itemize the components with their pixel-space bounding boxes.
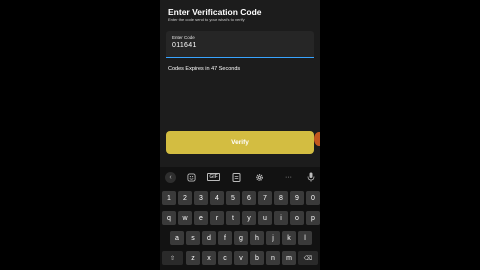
- key-1[interactable]: 1: [162, 191, 176, 205]
- code-input[interactable]: Enter Code 011641: [166, 31, 314, 58]
- key-u[interactable]: u: [258, 211, 272, 225]
- keyboard: ‹ GIF ··· 1 2 3 4 5 6 7 8 9 0 q w e r t …: [160, 167, 320, 270]
- side-tab[interactable]: [314, 132, 320, 146]
- shift-key-icon[interactable]: ⇧: [162, 251, 183, 265]
- keyboard-back-button[interactable]: ‹: [163, 170, 178, 184]
- key-3[interactable]: 3: [194, 191, 208, 205]
- key-y[interactable]: y: [242, 211, 256, 225]
- key-m[interactable]: m: [282, 251, 296, 265]
- key-q[interactable]: q: [162, 211, 176, 225]
- key-j[interactable]: j: [266, 231, 280, 245]
- key-b[interactable]: b: [250, 251, 264, 265]
- gif-icon: GIF: [207, 173, 220, 181]
- key-f[interactable]: f: [218, 231, 232, 245]
- key-6[interactable]: 6: [242, 191, 256, 205]
- key-c[interactable]: c: [218, 251, 232, 265]
- expiry-countdown: Codes Expires in 47 Seconds: [168, 66, 241, 72]
- key-9[interactable]: 9: [290, 191, 304, 205]
- key-v[interactable]: v: [234, 251, 248, 265]
- key-d[interactable]: d: [202, 231, 216, 245]
- key-i[interactable]: i: [274, 211, 288, 225]
- key-5[interactable]: 5: [226, 191, 240, 205]
- more-options-icon[interactable]: ···: [281, 170, 296, 184]
- key-2[interactable]: 2: [178, 191, 192, 205]
- key-k[interactable]: k: [282, 231, 296, 245]
- key-p[interactable]: p: [306, 211, 320, 225]
- key-s[interactable]: s: [186, 231, 200, 245]
- page-title: Enter Verification Code: [168, 7, 262, 17]
- key-0[interactable]: 0: [306, 191, 320, 205]
- key-8[interactable]: 8: [274, 191, 288, 205]
- key-e[interactable]: e: [194, 211, 208, 225]
- code-input-value[interactable]: 011641: [172, 42, 197, 49]
- settings-gear-icon[interactable]: [252, 170, 267, 184]
- key-r[interactable]: r: [210, 211, 224, 225]
- key-4[interactable]: 4: [210, 191, 224, 205]
- verify-button[interactable]: Verify: [166, 131, 314, 154]
- key-7[interactable]: 7: [258, 191, 272, 205]
- microphone-icon[interactable]: [303, 170, 318, 184]
- key-l[interactable]: l: [298, 231, 312, 245]
- backspace-key-icon[interactable]: ⌫: [298, 251, 318, 265]
- page-subtitle: Enter the code send to your what's to ve…: [168, 17, 245, 22]
- sticker-icon[interactable]: [184, 170, 199, 184]
- code-input-label: Enter Code: [172, 35, 195, 40]
- key-h[interactable]: h: [250, 231, 264, 245]
- chevron-left-icon: ‹: [165, 171, 176, 183]
- gif-button[interactable]: GIF: [206, 170, 221, 184]
- clipboard-icon[interactable]: [229, 170, 244, 184]
- key-n[interactable]: n: [266, 251, 280, 265]
- phone-screen: Enter Verification Code Enter the code s…: [160, 0, 320, 270]
- key-o[interactable]: o: [290, 211, 304, 225]
- key-a[interactable]: a: [170, 231, 184, 245]
- key-z[interactable]: z: [186, 251, 200, 265]
- key-g[interactable]: g: [234, 231, 248, 245]
- key-w[interactable]: w: [178, 211, 192, 225]
- key-x[interactable]: x: [202, 251, 216, 265]
- key-t[interactable]: t: [226, 211, 240, 225]
